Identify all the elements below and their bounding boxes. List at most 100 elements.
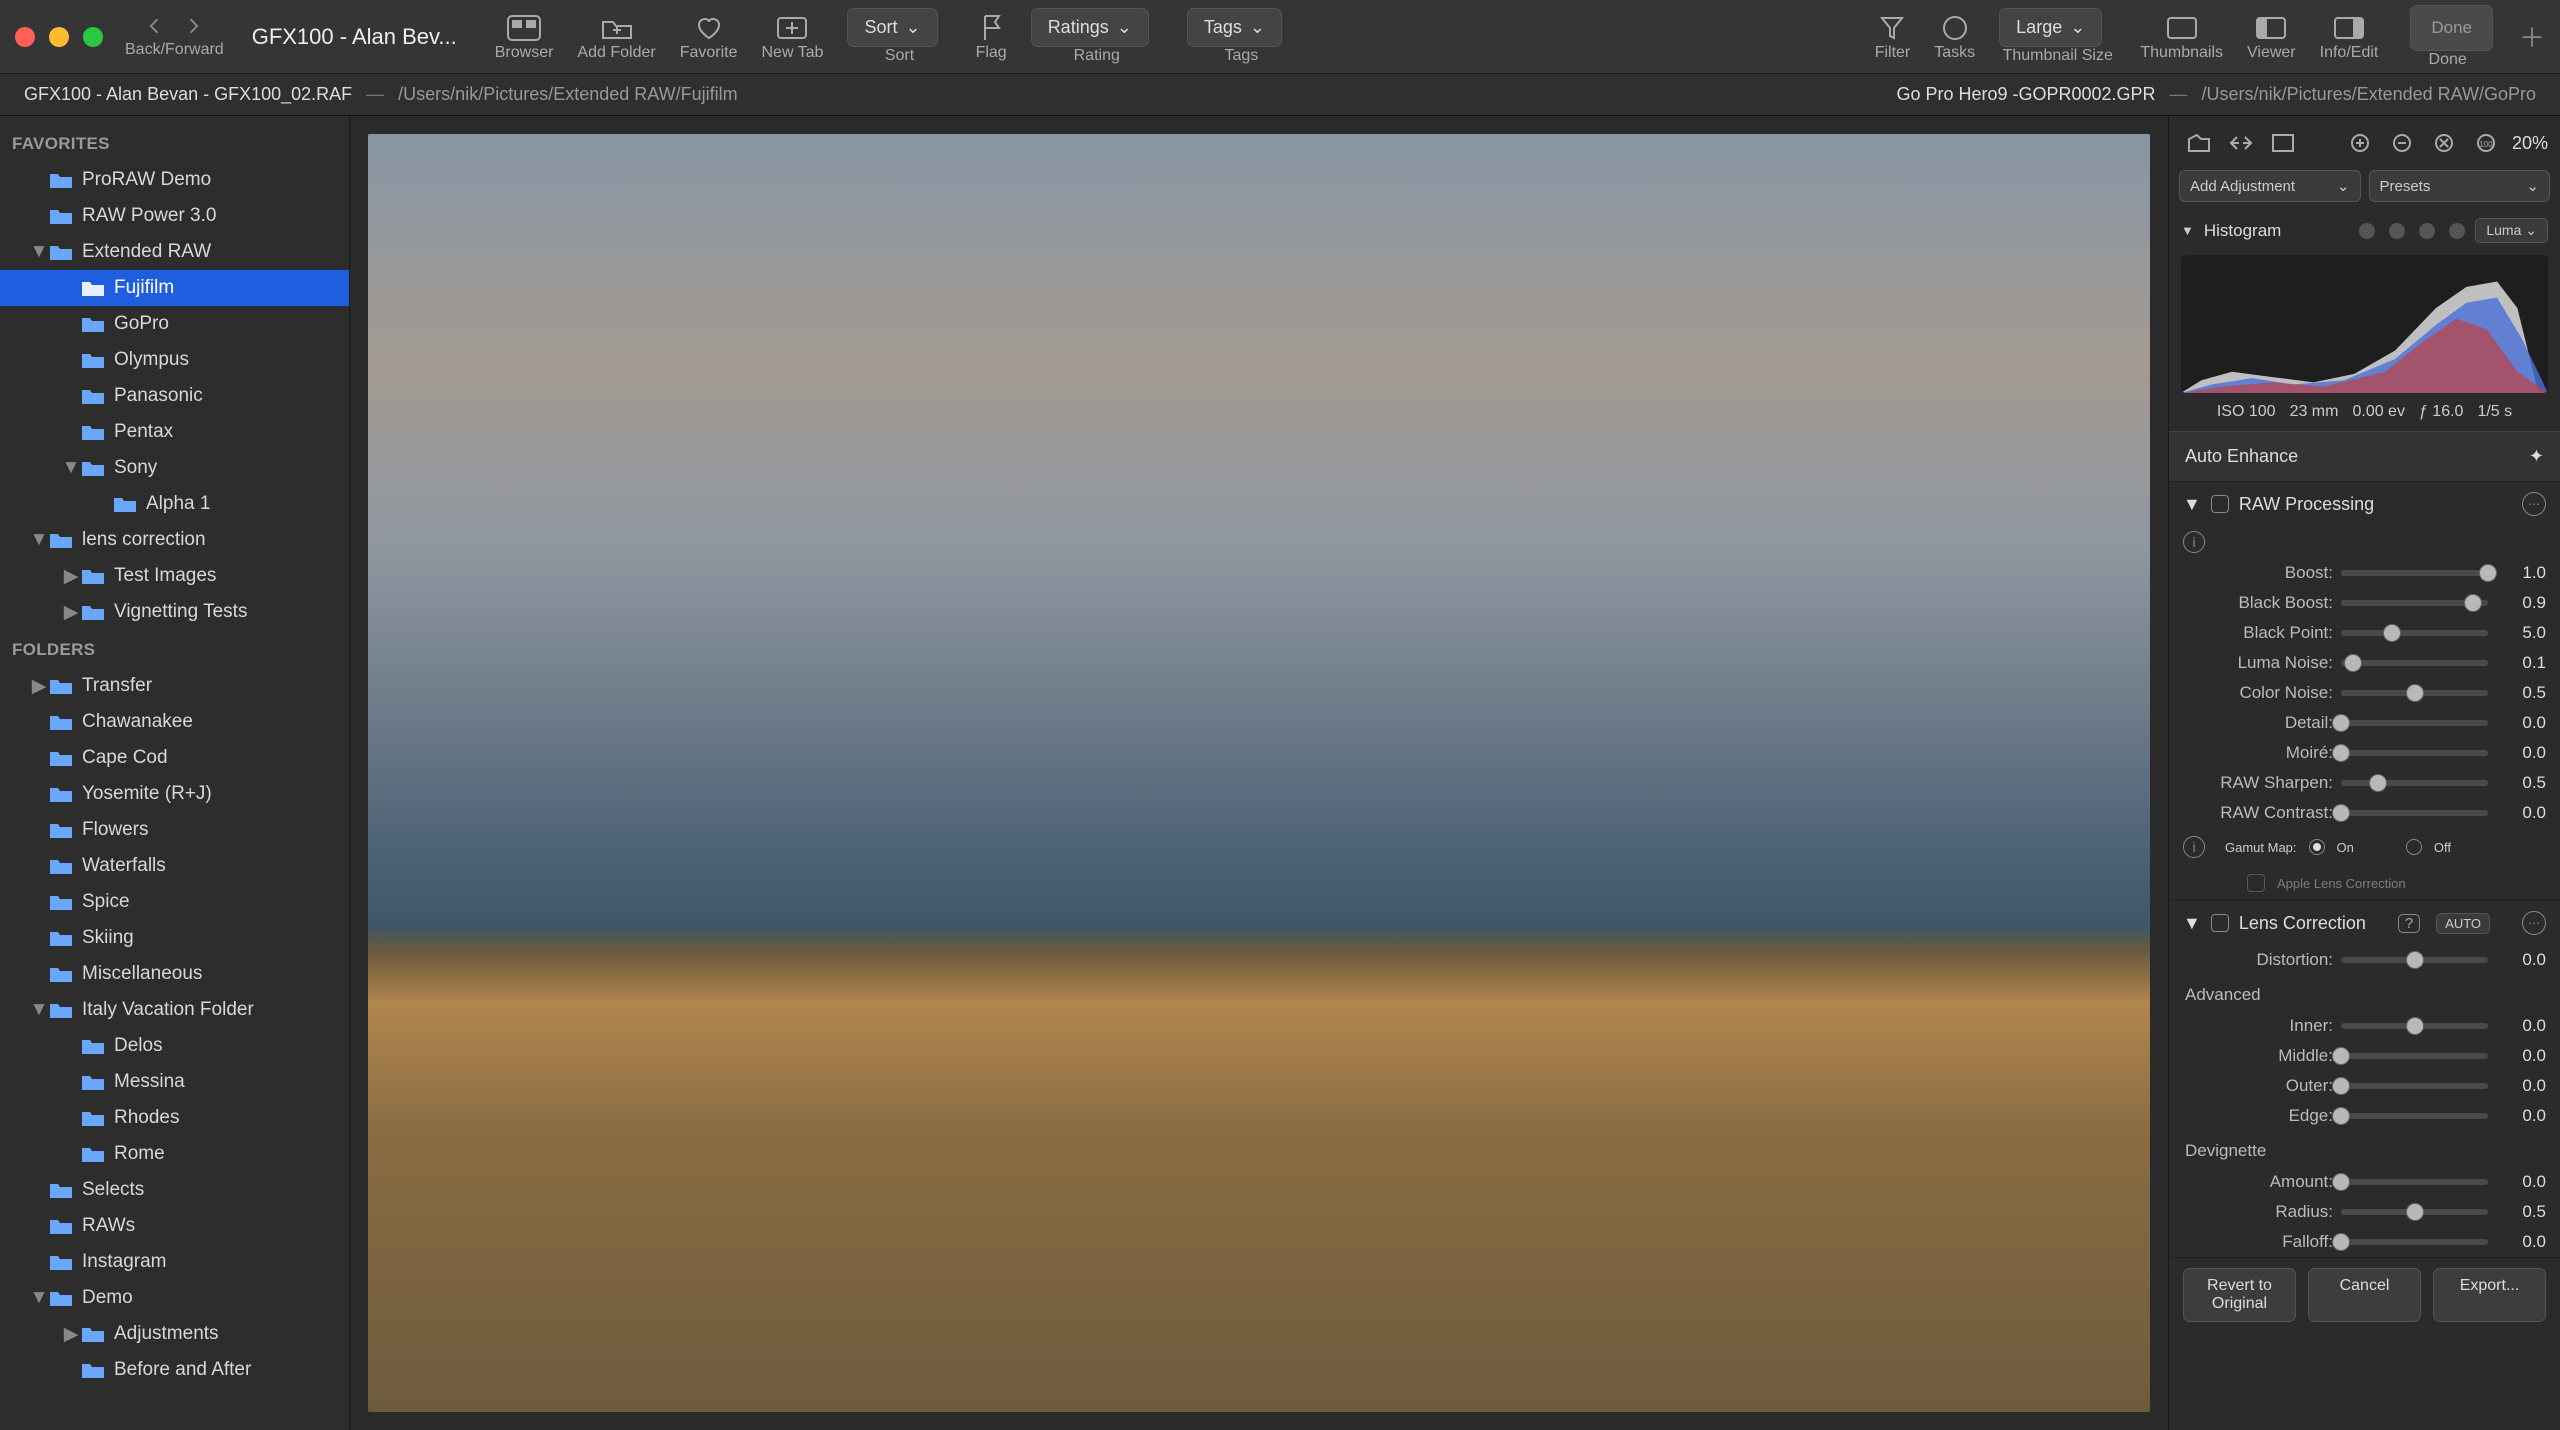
close-icon[interactable] <box>15 27 35 47</box>
sidebar-item[interactable]: Delos <box>0 1028 349 1064</box>
disclosure-icon[interactable]: ▼ <box>30 241 48 263</box>
sidebar-item[interactable]: Olympus <box>0 342 349 378</box>
thumbnail-size-dropdown[interactable]: Large⌄ <box>1999 8 2102 47</box>
sidebar-item[interactable]: Flowers <box>0 812 349 848</box>
sidebar-item[interactable]: Yosemite (R+J) <box>0 776 349 812</box>
chevron-down-icon[interactable]: ▼ <box>2181 223 2194 238</box>
sidebar-item[interactable]: Spice <box>0 884 349 920</box>
sidebar-item[interactable]: ▶Vignetting Tests <box>0 594 349 630</box>
sidebar-item[interactable]: GoPro <box>0 306 349 342</box>
sidebar-item[interactable]: RAW Power 3.0 <box>0 198 349 234</box>
slider[interactable] <box>2341 1023 2488 1029</box>
image-viewer[interactable] <box>350 116 2168 1430</box>
sidebar-item[interactable]: ▶Test Images <box>0 558 349 594</box>
slider[interactable] <box>2341 1179 2488 1185</box>
disclosure-icon[interactable]: ▶ <box>62 1323 80 1346</box>
sidebar-item[interactable]: Chawanakee <box>0 704 349 740</box>
section-menu-icon[interactable]: ⋯ <box>2522 492 2546 516</box>
disclosure-icon[interactable]: ▼ <box>30 1287 48 1309</box>
share-icon[interactable] <box>2181 129 2217 157</box>
tasks-button[interactable]: Tasks <box>1934 12 1975 62</box>
slider[interactable] <box>2341 1209 2488 1215</box>
chevron-down-icon[interactable]: ▼ <box>2183 913 2201 934</box>
channel-dot[interactable] <box>2419 223 2435 239</box>
sidebar-item[interactable]: ▼Sony <box>0 450 349 486</box>
favorite-button[interactable]: Favorite <box>680 12 738 62</box>
info-icon[interactable]: i <box>2183 531 2205 553</box>
add-folder-button[interactable]: Add Folder <box>577 12 655 62</box>
done-button[interactable]: Done <box>2410 5 2493 51</box>
info-edit-button[interactable]: Info/Edit <box>2320 12 2379 62</box>
sidebar-item[interactable]: ▼lens correction <box>0 522 349 558</box>
slider[interactable] <box>2341 570 2488 576</box>
slider[interactable] <box>2341 957 2488 963</box>
sidebar-item[interactable]: ▶Transfer <box>0 668 349 704</box>
slider[interactable] <box>2341 690 2488 696</box>
disclosure-icon[interactable]: ▼ <box>62 457 80 479</box>
sidebar-item[interactable]: Selects <box>0 1172 349 1208</box>
sidebar-item[interactable]: ProRAW Demo <box>0 162 349 198</box>
channel-dot[interactable] <box>2389 223 2405 239</box>
revert-button[interactable]: Revert to Original <box>2183 1268 2296 1322</box>
tags-dropdown[interactable]: Tags⌄ <box>1187 8 1282 47</box>
zoom-in-icon[interactable] <box>2344 129 2380 157</box>
sidebar-item[interactable]: ▼Italy Vacation Folder <box>0 992 349 1028</box>
disclosure-icon[interactable]: ▶ <box>62 565 80 588</box>
flag-button[interactable]: Flag <box>976 12 1007 62</box>
sidebar-item[interactable]: Waterfalls <box>0 848 349 884</box>
compare-icon[interactable] <box>2223 129 2259 157</box>
slider[interactable] <box>2341 780 2488 786</box>
add-tab-button[interactable]: ＋ <box>2519 18 2545 55</box>
slider[interactable] <box>2341 1239 2488 1245</box>
sidebar-item[interactable]: Miscellaneous <box>0 956 349 992</box>
thumbnails-button[interactable]: Thumbnails <box>2140 12 2223 62</box>
sidebar-item[interactable]: Fujifilm <box>0 270 349 306</box>
sidebar-item[interactable]: Alpha 1 <box>0 486 349 522</box>
sidebar-item[interactable]: Messina <box>0 1064 349 1100</box>
slider[interactable] <box>2341 1113 2488 1119</box>
zoom-fit-icon[interactable] <box>2428 129 2464 157</box>
zoom-100-icon[interactable]: 100 <box>2470 129 2506 157</box>
slider[interactable] <box>2341 660 2488 666</box>
info-icon[interactable]: i <box>2183 836 2205 858</box>
disclosure-icon[interactable]: ▼ <box>30 999 48 1021</box>
sidebar-item[interactable]: RAWs <box>0 1208 349 1244</box>
sidebar-item[interactable]: Instagram <box>0 1244 349 1280</box>
sidebar-item[interactable]: Rome <box>0 1136 349 1172</box>
sidebar-item[interactable]: Pentax <box>0 414 349 450</box>
auto-enhance-button[interactable]: Auto Enhance ✦ <box>2169 431 2560 482</box>
sidebar-item[interactable]: Skiing <box>0 920 349 956</box>
sidebar-item[interactable]: ▼Demo <box>0 1280 349 1316</box>
raw-processing-checkbox[interactable] <box>2211 495 2229 513</box>
disclosure-icon[interactable]: ▶ <box>30 675 48 698</box>
sidebar-item[interactable]: Rhodes <box>0 1100 349 1136</box>
forward-button[interactable] <box>183 15 205 37</box>
help-badge[interactable]: ? <box>2398 914 2420 933</box>
section-menu-icon[interactable]: ⋯ <box>2522 911 2546 935</box>
sidebar-item[interactable]: ▼Extended RAW <box>0 234 349 270</box>
auto-badge[interactable]: AUTO <box>2436 913 2490 934</box>
sidebar-item[interactable]: Before and After <box>0 1352 349 1388</box>
sidebar-item[interactable]: Cape Cod <box>0 740 349 776</box>
crop-icon[interactable] <box>2265 129 2301 157</box>
slider[interactable] <box>2341 630 2488 636</box>
disclosure-icon[interactable]: ▶ <box>62 601 80 624</box>
sidebar-item[interactable]: Panasonic <box>0 378 349 414</box>
presets-dropdown[interactable]: Presets⌄ <box>2369 170 2551 202</box>
new-tab-button[interactable]: New Tab <box>761 12 823 62</box>
browser-button[interactable]: Browser <box>495 12 554 62</box>
zoom-out-icon[interactable] <box>2386 129 2422 157</box>
sidebar-item[interactable]: ▶Adjustments <box>0 1316 349 1352</box>
gamut-on-radio[interactable] <box>2309 839 2325 855</box>
back-button[interactable] <box>143 15 165 37</box>
slider[interactable] <box>2341 810 2488 816</box>
slider[interactable] <box>2341 720 2488 726</box>
lens-correction-checkbox[interactable] <box>2211 914 2229 932</box>
luma-dropdown[interactable]: Luma ⌄ <box>2475 218 2548 243</box>
channel-dot[interactable] <box>2359 223 2375 239</box>
channel-dot[interactable] <box>2449 223 2465 239</box>
slider[interactable] <box>2341 600 2488 606</box>
chevron-down-icon[interactable]: ▼ <box>2183 494 2201 515</box>
filter-button[interactable]: Filter <box>1875 12 1911 62</box>
slider[interactable] <box>2341 1053 2488 1059</box>
